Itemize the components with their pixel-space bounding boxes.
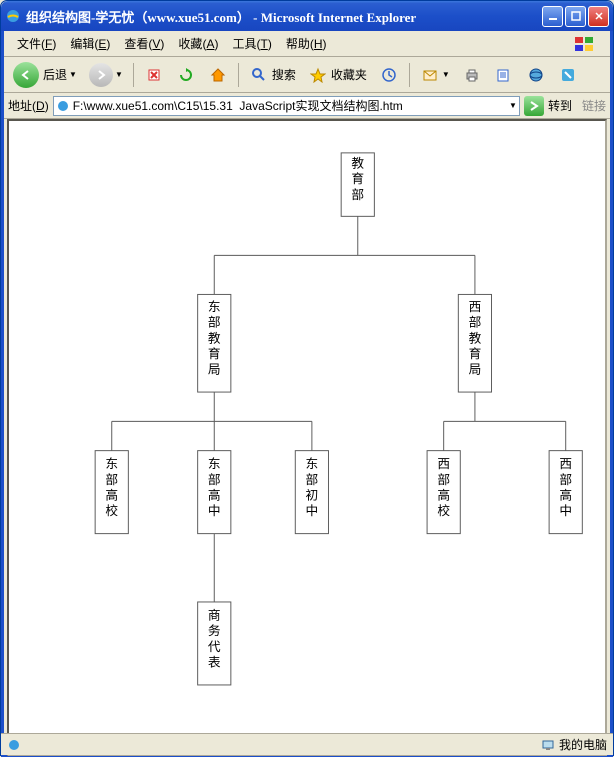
back-button[interactable]: 后退▼	[8, 61, 82, 89]
search-button[interactable]: 搜索	[244, 61, 301, 89]
minimize-button[interactable]	[542, 6, 563, 27]
refresh-button[interactable]	[171, 61, 201, 89]
mail-button[interactable]: ▼	[415, 61, 455, 89]
favorites-button[interactable]: 收藏夹	[303, 61, 372, 89]
computer-icon	[541, 738, 555, 752]
svg-text:东部高中: 东部高中	[208, 457, 221, 518]
go-button[interactable]	[524, 96, 544, 116]
statusbar: 我的电脑	[1, 733, 613, 755]
close-button[interactable]	[588, 6, 609, 27]
content-area: 教育部 东部教育局 西部教育局 东部高校 东部高中 东部初中 西部高校 西部高中…	[7, 119, 607, 756]
menu-favorites[interactable]: 收藏(A)	[171, 32, 225, 55]
ie-page-icon	[56, 99, 70, 113]
menubar: 文件(F) 编辑(E) 查看(V) 收藏(A) 工具(T) 帮助(H)	[4, 31, 610, 57]
menu-tools[interactable]: 工具(T)	[225, 32, 278, 55]
toolbar: 后退▼ ▼ 搜索 收藏夹 ▼	[4, 57, 610, 93]
messenger-button[interactable]	[553, 61, 583, 89]
menu-edit[interactable]: 编辑(E)	[63, 32, 117, 55]
windows-logo-icon	[566, 31, 604, 57]
address-dropdown[interactable]: ▼	[509, 101, 517, 110]
window-title: 组织结构图-学无忧（www.xue51.com） - Microsoft Int…	[26, 7, 542, 26]
globe-button[interactable]	[521, 61, 551, 89]
org-chart: 教育部 东部教育局 西部教育局 东部高校 东部高中 东部初中 西部高校 西部高中…	[19, 131, 595, 741]
menu-file[interactable]: 文件(F)	[10, 32, 63, 55]
address-input[interactable]	[73, 99, 507, 113]
links-label[interactable]: 链接	[582, 97, 606, 114]
edit-button[interactable]	[489, 61, 519, 89]
svg-text:东部高校: 东部高校	[105, 457, 118, 518]
maximize-button[interactable]	[565, 6, 586, 27]
svg-text:西部高中: 西部高中	[559, 457, 572, 518]
titlebar: 组织结构图-学无忧（www.xue51.com） - Microsoft Int…	[1, 1, 613, 31]
home-button[interactable]	[203, 61, 233, 89]
ie-status-icon	[7, 738, 21, 752]
address-label: 地址(D)	[8, 97, 49, 114]
svg-text:教育部: 教育部	[351, 156, 364, 202]
go-label: 转到	[548, 97, 572, 114]
stop-button[interactable]	[139, 61, 169, 89]
menu-help[interactable]: 帮助(H)	[279, 32, 334, 55]
svg-text:西部高校: 西部高校	[437, 457, 450, 518]
ie-icon	[5, 8, 21, 24]
status-zone: 我的电脑	[559, 736, 607, 753]
svg-text:东部教育局: 东部教育局	[208, 300, 221, 376]
forward-button[interactable]: ▼	[84, 61, 128, 89]
svg-text:西部教育局: 西部教育局	[469, 300, 482, 376]
print-button[interactable]	[457, 61, 487, 89]
svg-text:商务代表: 商务代表	[208, 609, 221, 670]
svg-text:东部初中: 东部初中	[306, 457, 319, 518]
history-button[interactable]	[374, 61, 404, 89]
menu-view[interactable]: 查看(V)	[117, 32, 171, 55]
addressbar: 地址(D) ▼ 转到 链接	[4, 93, 610, 119]
